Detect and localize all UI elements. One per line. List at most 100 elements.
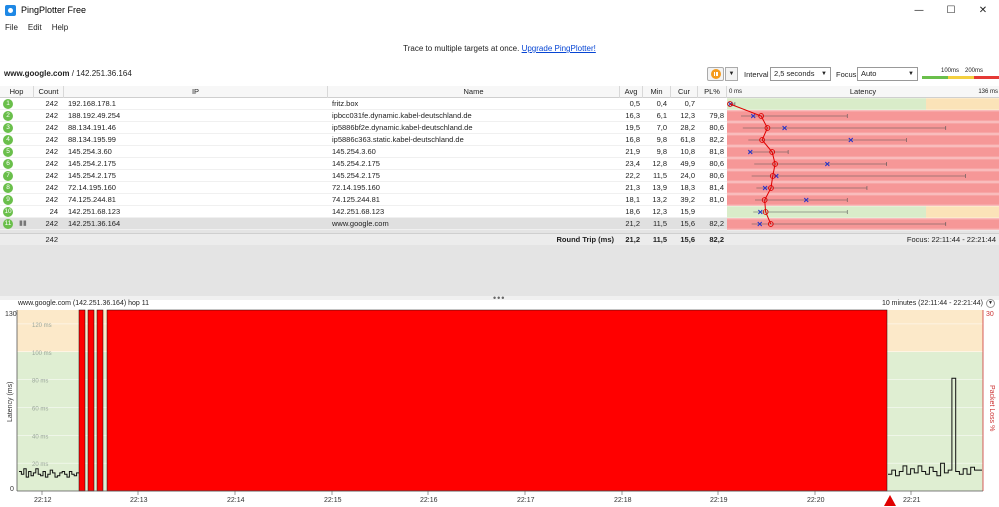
row-avg: 22,2	[625, 171, 640, 180]
x-tick-label: 22:12	[34, 497, 52, 504]
banner-text: Trace to multiple targets at once.	[403, 44, 522, 53]
table-row[interactable]: 6 242 145.254.2.175 145.254.2.175 23,4 12,8 49…	[0, 158, 727, 170]
interval-value: 2,5 seconds	[774, 69, 815, 78]
row-min: 12,8	[652, 159, 667, 168]
table-row[interactable]: 7 242 145.254.2.175 145.254.2.175 22,2 11,5 24…	[0, 170, 727, 182]
target-label: www.google.com / 142.251.36.164	[4, 69, 132, 78]
table-row[interactable]: 4 242 88.134.195.99 ip5886c363.static.kabel…	[0, 134, 727, 146]
row-pl: 82,2	[709, 135, 724, 144]
menu-help[interactable]: Help	[47, 23, 73, 32]
hop-number-badge: 5	[3, 147, 13, 157]
row-ip: 145.254.3.60	[68, 147, 112, 156]
row-name: 145.254.2.175	[332, 159, 380, 168]
hop-number-badge: 3	[3, 123, 13, 133]
close-button[interactable]: ✕	[967, 0, 999, 20]
table-row[interactable]: 10 24 142.251.68.123 142.251.68.123 18,6 12,3…	[0, 206, 727, 218]
x-tick-label: 22:17	[517, 497, 535, 504]
minimize-button[interactable]: —	[903, 0, 935, 20]
row-name: 142.251.68.123	[332, 207, 385, 216]
latency-time-graph[interactable]: 120 ms 100 ms 80 ms 60 ms 40 ms 20 ms 130 0 30 La…	[0, 307, 999, 507]
focus-marker-icon[interactable]	[884, 495, 896, 506]
row-cur: 15,9	[680, 207, 695, 216]
pause-button[interactable]	[707, 67, 724, 81]
hop-number-badge: 11	[3, 219, 13, 229]
row-pl	[698, 206, 724, 218]
row-ip: 145.254.2.175	[68, 159, 116, 168]
latency-graph-panel[interactable]	[727, 98, 999, 233]
row-name: 145.254.3.60	[332, 147, 376, 156]
scale-bar-warn	[948, 76, 974, 79]
row-count: 242	[45, 135, 58, 144]
y-axis-right-label: Packet Loss %	[988, 385, 995, 431]
row-count: 242	[45, 171, 58, 180]
row-count: 242	[45, 183, 58, 192]
interval-label: Interval	[744, 70, 769, 79]
latency-header-label: Latency	[849, 87, 877, 96]
row-count: 242	[45, 159, 58, 168]
row-name: www.google.com	[332, 219, 389, 228]
col-avg[interactable]: Avg	[620, 86, 643, 98]
col-ip[interactable]: IP	[64, 86, 328, 98]
summary-cur: 15,6	[680, 235, 695, 244]
row-min: 11,5	[652, 219, 667, 228]
table-row[interactable]: 3 242 88.134.191.46 ip5886bf2e.dynamic.kabe…	[0, 122, 727, 134]
pause-icon	[710, 69, 721, 79]
focus-range: Focus: 22:11:44 - 22:21:44	[906, 235, 996, 244]
col-hop[interactable]: Hop	[0, 86, 34, 98]
row-ip: 74.125.244.81	[68, 195, 116, 204]
hop-number-badge: 9	[3, 195, 13, 205]
row-count: 242	[45, 195, 58, 204]
col-pl[interactable]: PL%	[698, 86, 727, 98]
scale-bar-bad	[974, 76, 999, 79]
interval-select[interactable]: 2,5 seconds ▼	[770, 67, 831, 81]
row-pl	[698, 98, 724, 110]
latency-scale-legend: 100ms 200ms	[922, 68, 999, 80]
row-min: 11,5	[652, 171, 667, 180]
grid-label: 120 ms	[32, 323, 52, 329]
summary-pl: 82,2	[709, 235, 724, 244]
table-row[interactable]: 1 242 192.168.178.1 fritz.box 0,5 0,4 0,7	[0, 98, 727, 110]
table-header: Hop Count IP Name Avg Min Cur PL% 0 ms L…	[0, 86, 999, 98]
col-count[interactable]: Count	[34, 86, 64, 98]
row-min: 7,0	[656, 123, 667, 132]
window-title: PingPlotter Free	[21, 5, 87, 15]
row-ip: 88.134.195.99	[68, 135, 116, 144]
x-tick-label: 22:13	[130, 497, 148, 504]
graph-toggle-icon[interactable]: ▮▮	[19, 218, 27, 230]
row-name: 74.125.244.81	[332, 195, 380, 204]
table-row[interactable]: 8 242 72.14.195.160 72.14.195.160 21,3 13,9 18…	[0, 182, 727, 194]
menu-file[interactable]: File	[0, 23, 23, 32]
row-pl: 81,8	[709, 147, 724, 156]
chevron-down-icon: ▼	[821, 71, 827, 77]
chevron-down-icon: ▼	[908, 71, 914, 77]
scale-200-label: 200ms	[965, 68, 984, 74]
row-min: 0,4	[656, 99, 667, 108]
table-row[interactable]: 5 242 145.254.3.60 145.254.3.60 21,9 9,8 10,8 8…	[0, 146, 727, 158]
table-row[interactable]: 9 242 74.125.244.81 74.125.244.81 18,1 13,2 39…	[0, 194, 727, 206]
upgrade-banner: Trace to multiple targets at once. Upgra…	[0, 40, 999, 58]
row-name: ip5886c363.static.kabel-deutschland.de	[332, 135, 464, 144]
hop-number-badge: 8	[3, 183, 13, 193]
col-min[interactable]: Min	[643, 86, 671, 98]
table-row[interactable]: 2 242 188.192.49.254 ipbcc031fe.dynamic.kab…	[0, 110, 727, 122]
x-tick-label: 22:15	[324, 497, 342, 504]
target-host: www.google.com	[4, 69, 70, 78]
col-name[interactable]: Name	[328, 86, 620, 98]
col-cur[interactable]: Cur	[671, 86, 698, 98]
pause-dropdown-button[interactable]: ▼	[725, 67, 738, 81]
row-pl: 81,4	[709, 183, 724, 192]
col-latency[interactable]: 0 ms Latency 136 ms	[727, 86, 999, 98]
row-min: 13,9	[652, 183, 667, 192]
focus-select[interactable]: Auto ▼	[857, 67, 918, 81]
latency-row-background	[727, 98, 999, 110]
y-axis-zero-label: 0	[10, 486, 14, 493]
hop-number-badge: 2	[3, 111, 13, 121]
menu-edit[interactable]: Edit	[23, 23, 47, 32]
row-ip: 72.14.195.160	[68, 183, 116, 192]
row-cur: 39,2	[680, 195, 695, 204]
table-row[interactable]: 11 ▮▮ 242 142.251.36.164 www.google.com 21,2 1…	[0, 218, 727, 230]
row-cur: 24,0	[680, 171, 695, 180]
row-cur: 49,9	[680, 159, 695, 168]
maximize-button[interactable]: ☐	[935, 0, 967, 20]
upgrade-link[interactable]: Upgrade PingPlotter!	[522, 44, 596, 53]
